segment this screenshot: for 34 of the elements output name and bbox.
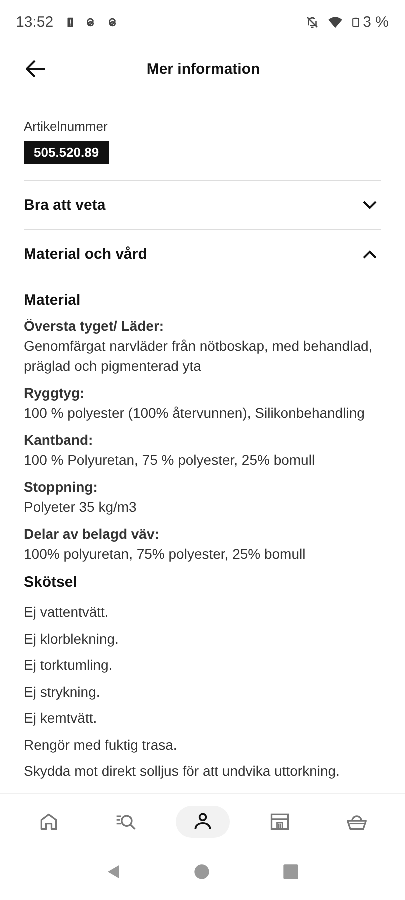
- accordion-header[interactable]: Bra att veta: [24, 180, 381, 229]
- chevron-up-icon: [363, 250, 377, 258]
- section-heading: Material: [24, 292, 82, 309]
- material-text: 100 % polyester (100% återvunnen), Silikonbehandling: [24, 404, 366, 423]
- article-number: 505.520.89: [24, 141, 110, 164]
- screen-title: Mer information: [146, 60, 262, 78]
- person-icon[interactable]: [176, 806, 230, 838]
- material-text: Genomfärgat narvläder från nötboskap, med behandlad, präglad och pigmenterad yta: [24, 337, 374, 376]
- article-number-label: Artikelnummer: [24, 119, 109, 134]
- care-instruction: Ej vattentvätt.: [24, 603, 110, 622]
- back-triangle-icon[interactable]: [106, 863, 122, 881]
- care-instruction: Ej kemtvätt.: [24, 709, 98, 728]
- material-label: Stoppning:: [24, 478, 99, 497]
- material-text: 100% polyuretan, 75% polyester, 25% bomull: [24, 545, 307, 564]
- battery-percent: 3 %: [363, 14, 389, 30]
- material-label: Översta tyget/ Läder:: [24, 317, 166, 336]
- care-instruction: Rengör med fuktig trasa.: [24, 736, 178, 755]
- section-heading: Skötsel: [24, 574, 78, 591]
- care-instruction: Ej klorblekning.: [24, 630, 120, 649]
- material-label: Ryggtyg:: [24, 384, 86, 403]
- chevron-down-icon: [363, 200, 377, 210]
- accordion-header[interactable]: Material och vård: [24, 229, 381, 278]
- material-text: 100 % Polyuretan, 75 % polyester, 25% bomull: [24, 451, 316, 470]
- status-time: 13:52: [16, 14, 54, 30]
- material-label: Kantband:: [24, 431, 94, 450]
- material-label: Delar av belagd väv:: [24, 525, 160, 544]
- care-instruction: Skydda mot direkt solljus för att undvika uttorkning.: [24, 762, 341, 781]
- care-instruction: Ej strykning.: [24, 682, 102, 702]
- home-circle-icon[interactable]: [194, 864, 210, 880]
- material-text: Polyeter 35 kg/m3: [24, 498, 138, 517]
- recents-square-icon[interactable]: [282, 864, 299, 880]
- bell-off-icon: [305, 14, 320, 30]
- care-instruction: Ej torktumling.: [24, 656, 114, 675]
- wifi-icon: [327, 14, 344, 30]
